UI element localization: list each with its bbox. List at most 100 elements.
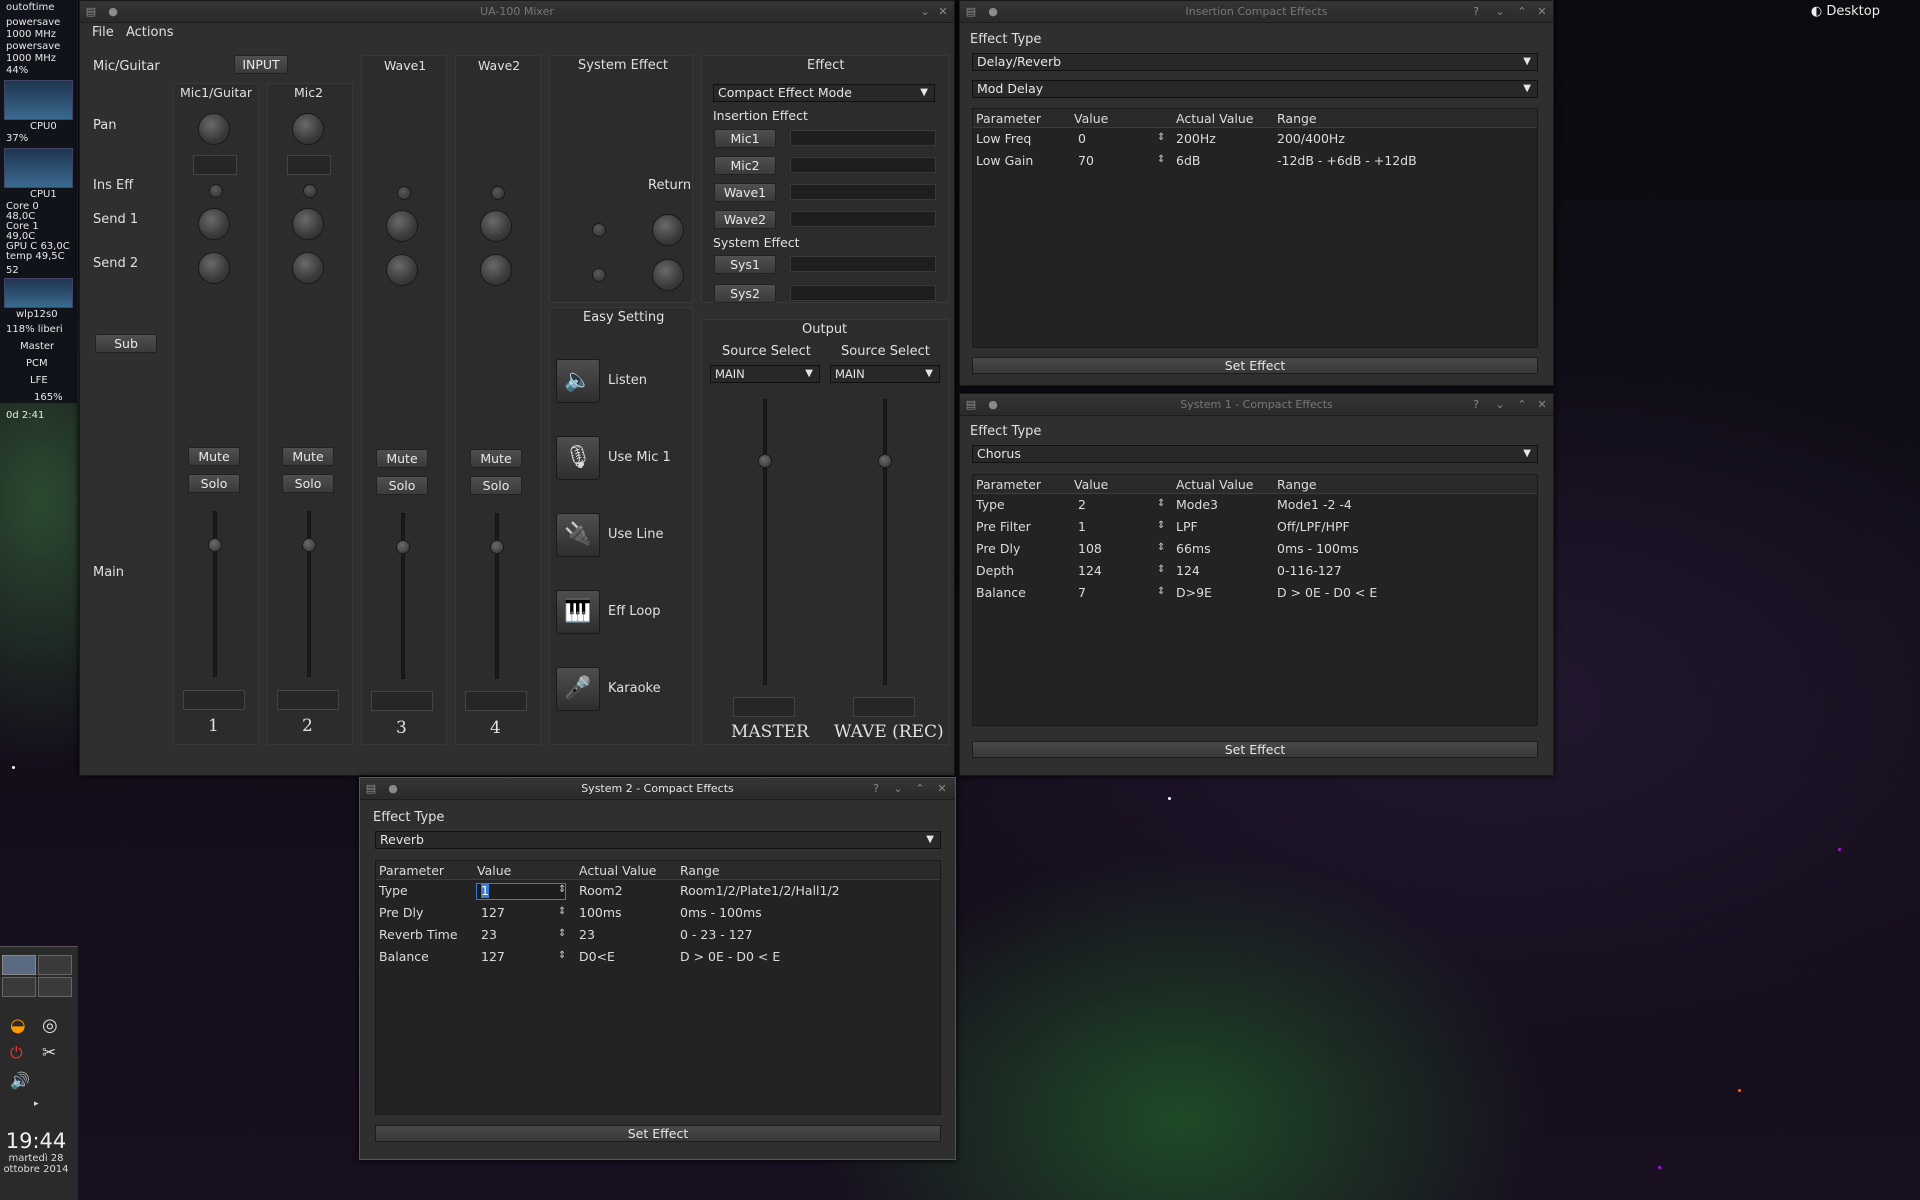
close-icon[interactable]: ✕	[1535, 5, 1549, 19]
return-knob-2[interactable]	[652, 259, 684, 291]
karaoke-mic-icon[interactable]: 🎤	[556, 667, 600, 711]
ins-mic1-button[interactable]: Mic1	[714, 129, 776, 148]
help-icon[interactable]: ?	[1469, 5, 1483, 19]
fader-thumb-2[interactable]	[302, 538, 316, 552]
easy-karaoke-label[interactable]: Karaoke	[608, 681, 661, 696]
spinner-icon[interactable]: ⇕	[558, 950, 566, 961]
menu-actions[interactable]: Actions	[126, 25, 174, 40]
volume-icon[interactable]: 🔊	[10, 1071, 30, 1090]
table-row[interactable]: Pre Filter 1 ⇕ LPF Off/LPF/HPF	[973, 519, 1537, 537]
pan-knob-2[interactable]	[292, 113, 324, 145]
mute-button-1[interactable]: Mute	[188, 447, 240, 466]
menu-file[interactable]: File	[92, 25, 114, 40]
wireless-icon[interactable]: ◎	[42, 1015, 58, 1036]
easy-eff-loop-label[interactable]: Eff Loop	[608, 604, 660, 619]
sub-button[interactable]: Sub	[95, 334, 157, 353]
mute-button-3[interactable]: Mute	[376, 449, 428, 468]
maximize-icon[interactable]: ⌃	[913, 782, 927, 796]
send2-knob-4[interactable]	[480, 254, 512, 286]
wave-fader-thumb[interactable]	[878, 454, 892, 468]
solo-button-1[interactable]: Solo	[188, 474, 240, 493]
desktop-label[interactable]: ◐ Desktop	[1811, 4, 1880, 19]
ins-eff-toggle-1[interactable]	[209, 184, 223, 198]
table-row[interactable]: Balance 127 ⇕ D0<E D > 0E - D0 < E	[376, 949, 940, 967]
table-row[interactable]: Pre Dly 127 ⇕ 100ms 0ms - 100ms	[376, 905, 940, 923]
spinner-icon[interactable]: ⇕	[558, 928, 566, 939]
spinner-icon[interactable]: ⇕	[1157, 564, 1165, 575]
minimize-icon[interactable]: ⌄	[1493, 398, 1507, 412]
solo-button-2[interactable]: Solo	[282, 474, 334, 493]
workspace-4[interactable]	[38, 977, 72, 997]
fader-thumb-3[interactable]	[396, 540, 410, 554]
fader-thumb-1[interactable]	[208, 538, 222, 552]
send1-knob-3[interactable]	[386, 210, 418, 242]
workspace-1[interactable]	[2, 955, 36, 975]
send2-knob-3[interactable]	[386, 254, 418, 286]
sys2-button[interactable]: Sys2	[714, 284, 776, 303]
line-cable-icon[interactable]: 🔌	[556, 513, 600, 557]
spinner-icon[interactable]: ⇕	[1157, 586, 1165, 597]
effect-subtype-select[interactable]: Mod Delay ▼	[972, 80, 1538, 98]
table-row[interactable]: Low Freq 0 ⇕ 200Hz 200/400Hz	[973, 131, 1537, 149]
send1-knob-2[interactable]	[292, 208, 324, 240]
system2-titlebar[interactable]: ▤ ● System 2 - Compact Effects ? ⌄ ⌃ ✕	[360, 778, 955, 800]
maximize-icon[interactable]: ⌃	[1515, 398, 1529, 412]
table-row[interactable]: Reverb Time 23 ⇕ 23 0 - 23 - 127	[376, 927, 940, 945]
spinner-icon[interactable]: ⇕	[1157, 132, 1165, 143]
master-fader-thumb[interactable]	[758, 454, 772, 468]
value-edit-field[interactable]	[476, 883, 566, 900]
effect-mode-select[interactable]: Compact Effect Mode ▼	[713, 84, 935, 102]
mute-button-2[interactable]: Mute	[282, 447, 334, 466]
minimize-icon[interactable]: ⌄	[918, 5, 932, 19]
mixer-titlebar[interactable]: ▤ ● UA-100 Mixer ⌄ ✕	[80, 1, 954, 23]
speaker-icon[interactable]: 🔈	[556, 359, 600, 403]
network-icon[interactable]: ◒	[10, 1015, 26, 1036]
set-effect-button[interactable]: Set Effect	[972, 357, 1538, 374]
ins-eff-toggle-3[interactable]	[397, 186, 411, 200]
spinner-icon[interactable]: ⇕	[558, 906, 566, 917]
spinner-icon[interactable]: ⇕	[1157, 542, 1165, 553]
sys-return-toggle-2[interactable]	[592, 268, 606, 282]
input-button[interactable]: INPUT	[234, 55, 288, 74]
scissors-icon[interactable]: ✂	[42, 1043, 56, 1063]
easy-use-line-label[interactable]: Use Line	[608, 527, 664, 542]
mute-button-4[interactable]: Mute	[470, 449, 522, 468]
send1-knob-1[interactable]	[198, 208, 230, 240]
table-row[interactable]: Depth 124 ⇕ 124 0-116-127	[973, 563, 1537, 581]
pan-knob-1[interactable]	[198, 113, 230, 145]
table-row[interactable]: Low Gain 70 ⇕ 6dB -12dB - +6dB - +12dB	[973, 153, 1537, 171]
minimize-icon[interactable]: ⌄	[891, 782, 905, 796]
sys-return-toggle-1[interactable]	[592, 223, 606, 237]
close-icon[interactable]: ✕	[1535, 398, 1549, 412]
ins-wave1-button[interactable]: Wave1	[714, 183, 776, 202]
ins-wave2-button[interactable]: Wave2	[714, 210, 776, 229]
help-icon[interactable]: ?	[1469, 398, 1483, 412]
workspace-3[interactable]	[2, 977, 36, 997]
power-icon[interactable]: ⏻	[10, 1043, 23, 1063]
spinner-icon[interactable]: ⇕	[1157, 154, 1165, 165]
expand-arrow-icon[interactable]: ▸	[34, 1099, 39, 1109]
set-effect-button[interactable]: Set Effect	[375, 1125, 941, 1142]
fader-thumb-4[interactable]	[490, 540, 504, 554]
spinner-icon[interactable]: ⇕	[558, 884, 566, 895]
clock[interactable]: 19:44 martedì 28 ottobre 2014	[0, 1129, 72, 1175]
effect-type-select[interactable]: Delay/Reverb ▼	[972, 53, 1538, 71]
insertion-titlebar[interactable]: ▤ ● Insertion Compact Effects ? ⌄ ⌃ ✕	[960, 1, 1553, 23]
table-row[interactable]: Type 2 ⇕ Mode3 Mode1 -2 -4	[973, 497, 1537, 515]
keyboard-icon[interactable]: 🎹	[556, 590, 600, 634]
send1-knob-4[interactable]	[480, 210, 512, 242]
ins-eff-toggle-2[interactable]	[303, 184, 317, 198]
spinner-icon[interactable]: ⇕	[1157, 498, 1165, 509]
effect-type-select[interactable]: Reverb ▼	[375, 831, 941, 849]
solo-button-3[interactable]: Solo	[376, 476, 428, 495]
close-icon[interactable]: ✕	[935, 782, 949, 796]
maximize-icon[interactable]: ⌃	[1515, 5, 1529, 19]
close-icon[interactable]: ✕	[936, 5, 950, 19]
easy-listen-label[interactable]: Listen	[608, 373, 647, 388]
send2-knob-1[interactable]	[198, 252, 230, 284]
return-knob-1[interactable]	[652, 214, 684, 246]
easy-use-mic-label[interactable]: Use Mic 1	[608, 450, 671, 465]
send2-knob-2[interactable]	[292, 252, 324, 284]
table-row[interactable]: Balance 7 ⇕ D>9E D > 0E - D0 < E	[973, 585, 1537, 603]
source-select-master[interactable]: MAIN ▼	[710, 365, 820, 383]
